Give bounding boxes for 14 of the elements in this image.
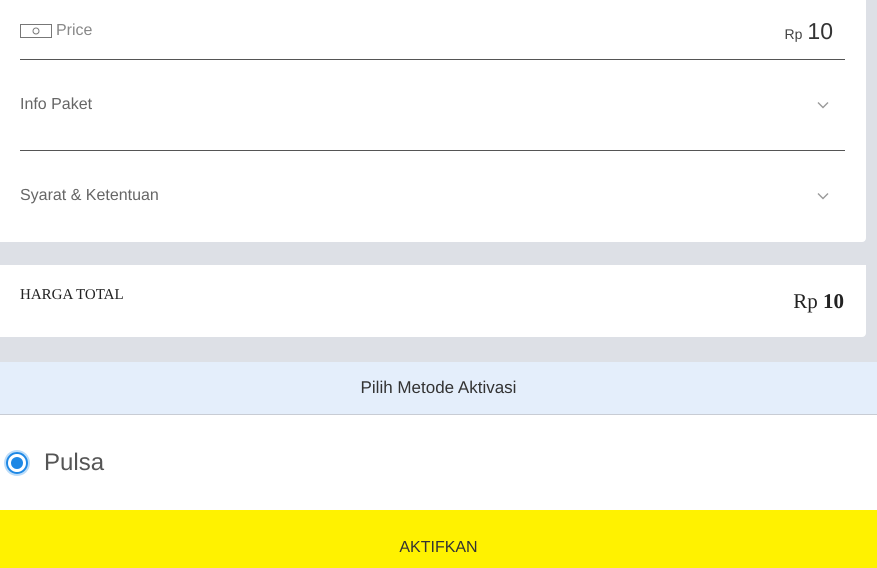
total-amount: Rp 10 <box>793 288 844 314</box>
chevron-icon <box>817 192 829 200</box>
radio-button[interactable] <box>6 452 28 474</box>
price-label: Price <box>56 22 92 40</box>
total-label: HARGA TOTAL <box>20 286 124 304</box>
option-label: Pulsa <box>44 448 104 476</box>
banknote-icon <box>20 24 52 38</box>
currency-label: Rp <box>784 26 802 42</box>
activate-button[interactable]: AKTIFKAN <box>0 510 877 568</box>
accordion-header[interactable]: Syarat & Ketentuan <box>20 150 845 242</box>
chevron-icon <box>817 100 829 109</box>
accordion-header[interactable]: Info Paket <box>20 60 845 151</box>
sheet-title: Pilih Metode Aktivasi <box>360 378 516 398</box>
price-amount: 10 <box>807 18 833 45</box>
